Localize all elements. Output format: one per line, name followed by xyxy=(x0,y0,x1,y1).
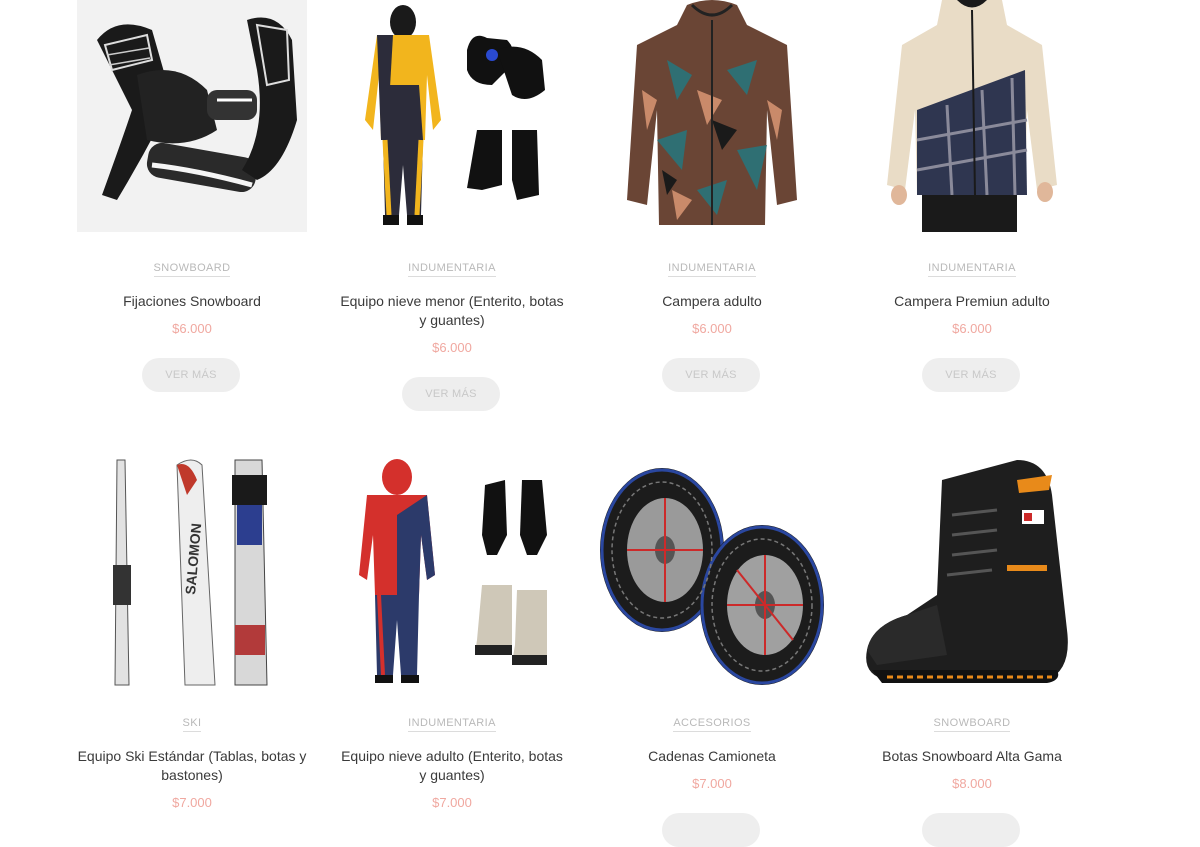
snowboard-bindings-image[interactable] xyxy=(77,0,307,232)
ver-mas-button[interactable] xyxy=(662,813,760,847)
snowboard-boot-image[interactable] xyxy=(857,455,1087,687)
product-category[interactable]: ACCESORIOS xyxy=(597,717,827,732)
product-price: $6.000 xyxy=(172,321,212,336)
premium-jacket-image[interactable] xyxy=(857,0,1087,232)
product-title[interactable]: Fijaciones Snowboard xyxy=(77,292,307,311)
product-category[interactable]: SNOWBOARD xyxy=(77,262,307,277)
skis-image[interactable]: SALOMON xyxy=(77,455,307,687)
product-category[interactable]: SKI xyxy=(77,717,307,732)
ver-mas-button[interactable]: VER MÁS xyxy=(662,358,760,392)
product-category[interactable]: INDUMENTARIA xyxy=(337,262,567,277)
product-title[interactable]: Equipo nieve menor (Enterito, botas y gu… xyxy=(337,292,567,330)
product-price: $7.000 xyxy=(432,795,472,810)
product-price: $7.000 xyxy=(692,776,732,791)
product-price: $6.000 xyxy=(952,321,992,336)
product-price: $8.000 xyxy=(952,776,992,791)
product-title[interactable]: Botas Snowboard Alta Gama xyxy=(857,747,1087,766)
product-title[interactable]: Equipo Ski Estándar (Tablas, botas y bas… xyxy=(77,747,307,785)
ver-mas-button[interactable]: VER MÁS xyxy=(142,358,240,392)
kids-snowsuit-set-image[interactable] xyxy=(337,0,567,232)
product-title[interactable]: Campera Premiun adulto xyxy=(857,292,1087,311)
product-price: $7.000 xyxy=(172,795,212,810)
product-category[interactable]: SNOWBOARD xyxy=(857,717,1087,732)
adult-snowsuit-set-image[interactable] xyxy=(337,455,567,687)
ver-mas-button[interactable] xyxy=(922,813,1020,847)
product-title[interactable]: Campera adulto xyxy=(597,292,827,311)
product-price: $6.000 xyxy=(432,340,472,355)
ver-mas-button[interactable]: VER MÁS xyxy=(402,377,500,411)
product-title[interactable]: Cadenas Camioneta xyxy=(597,747,827,766)
ver-mas-button[interactable]: VER MÁS xyxy=(922,358,1020,392)
product-category[interactable]: INDUMENTARIA xyxy=(857,262,1087,277)
product-category[interactable]: INDUMENTARIA xyxy=(597,262,827,277)
product-category[interactable]: INDUMENTARIA xyxy=(337,717,567,732)
product-title[interactable]: Equipo nieve adulto (Enterito, botas y g… xyxy=(337,747,567,785)
patterned-jacket-image[interactable] xyxy=(597,0,827,232)
product-price: $6.000 xyxy=(692,321,732,336)
tire-chains-image[interactable] xyxy=(597,455,827,687)
